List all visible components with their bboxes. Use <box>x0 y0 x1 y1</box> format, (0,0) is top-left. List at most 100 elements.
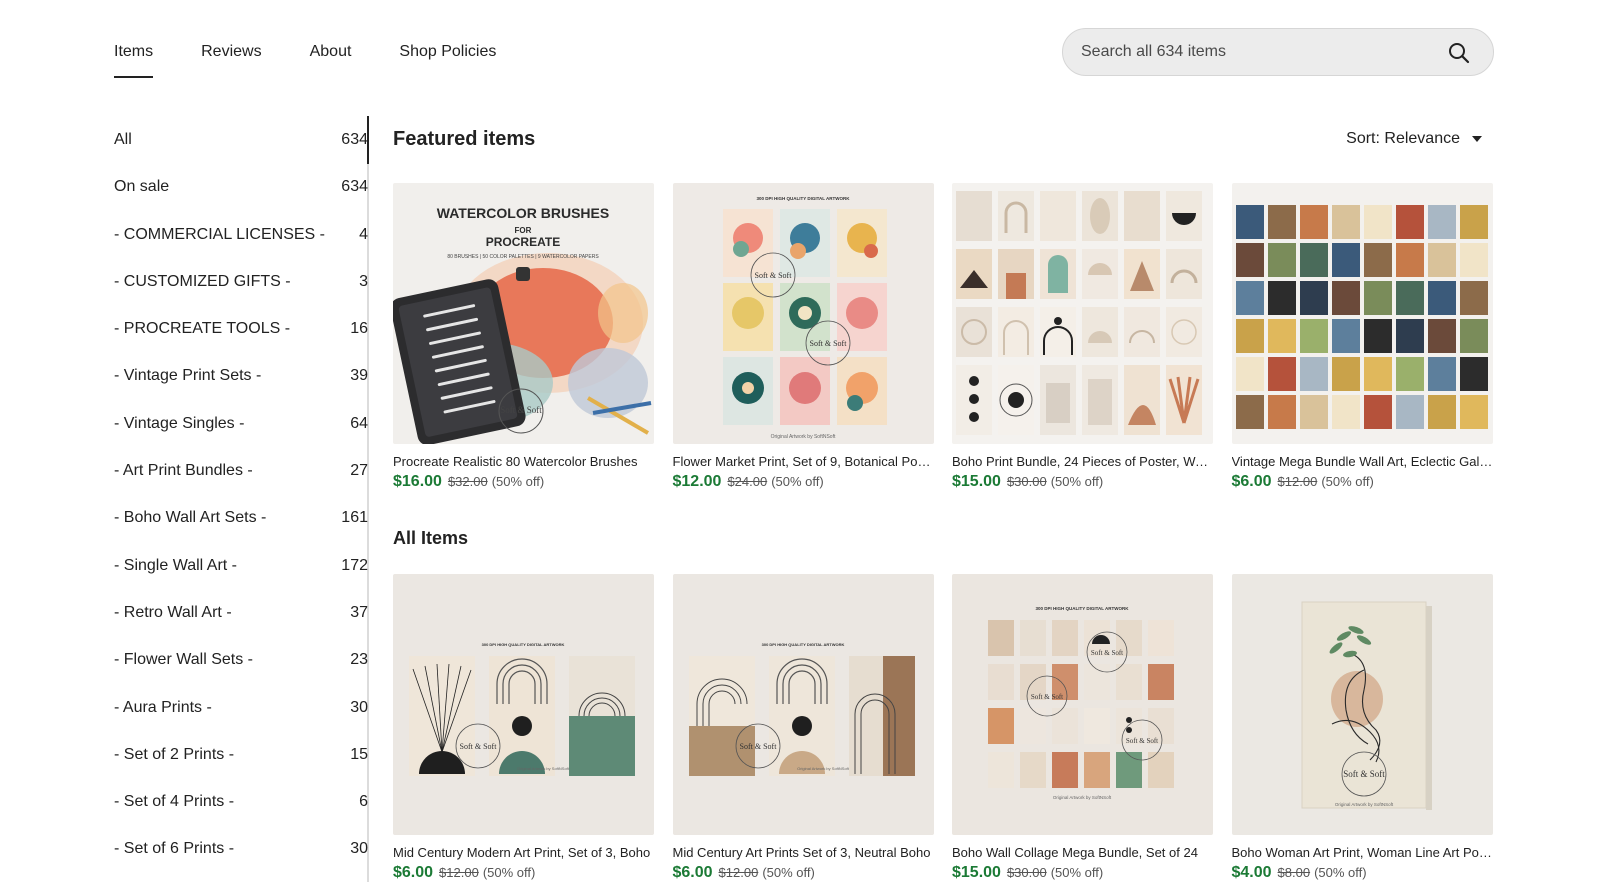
listing-title[interactable]: Flower Market Print, Set of 9, Botanical… <box>673 454 934 470</box>
listing-image[interactable]: 300 DPI HIGH QUALITY DIGITAL ARTWORK Sof… <box>672 574 934 835</box>
listing-card[interactable]: 300 DPI HIGH QUALITY DIGITAL ARTWORK Sof… <box>393 574 654 882</box>
mosaic-tile <box>1427 281 1456 315</box>
sidebar-item-label: All <box>114 131 132 148</box>
sale-price: $6.00 <box>672 864 713 881</box>
price-row: $6.00 $12.00 (50% off) <box>673 864 934 882</box>
listing-card[interactable]: Vintage Mega Bundle Wall Art, Eclectic G… <box>1231 183 1493 493</box>
listing-card[interactable]: 300 DPI HIGH QUALITY DIGITAL ARTWORK Sof… <box>672 183 934 493</box>
mosaic-tile <box>1363 395 1392 429</box>
listing-card[interactable]: Soft & Soft Original Artwork by SoftNSof… <box>1231 574 1493 882</box>
sidebar-item-retro-wall-art[interactable]: - Retro Wall Art - 37 <box>114 589 368 636</box>
thumb-footer-text: Original Artwork by SoftNSoft <box>797 766 850 771</box>
mosaic-tile <box>1299 205 1328 239</box>
mosaic-tile <box>1459 281 1488 315</box>
tab-about[interactable]: About <box>310 42 352 78</box>
listing-title[interactable]: Mid Century Art Prints Set of 3, Neutral… <box>673 845 934 861</box>
featured-items-heading: Featured items <box>393 128 536 150</box>
sidebar-item-label: - Flower Wall Sets - <box>114 651 253 669</box>
mosaic-tile <box>1427 205 1456 239</box>
sidebar-item-art-print-bundles[interactable]: - Art Print Bundles - 27 <box>114 447 368 494</box>
sidebar-item-label: - Set of 4 Prints - <box>114 793 235 811</box>
sidebar-item-vintage-singles[interactable]: - Vintage Singles - 64 <box>114 400 368 447</box>
mosaic-tile <box>1299 281 1328 315</box>
listing-image[interactable]: 300 DPI HIGH QUALITY DIGITAL ARTWORK Sof… <box>672 183 934 444</box>
listing-card[interactable]: WATERCOLOR BRUSHES FOR PROCREATE 80 BRUS… <box>393 183 654 493</box>
thumb-header-text: 300 DPI HIGH QUALITY DIGITAL ARTWORK <box>1035 606 1129 611</box>
discount-label: (50% off) <box>491 474 545 489</box>
mosaic-tile <box>1235 395 1264 429</box>
sidebar-item-all[interactable]: All 634 <box>114 116 368 163</box>
listing-title[interactable]: Vintage Mega Bundle Wall Art, Eclectic G… <box>1232 454 1493 470</box>
sidebar-item-single-wall-art[interactable]: - Single Wall Art - 172 <box>114 542 368 589</box>
sidebar-item-set-of-2-prints[interactable]: - Set of 2 Prints - 15 <box>114 731 368 778</box>
listing-image[interactable]: Soft & Soft Original Artwork by SoftNSof… <box>1231 574 1493 835</box>
price-row: $12.00 $24.00 (50% off) <box>673 473 934 493</box>
listing-card[interactable]: 300 DPI HIGH QUALITY DIGITAL ARTWORK Sof… <box>672 574 934 882</box>
mosaic-tile <box>1363 357 1392 391</box>
thumb-header-text: 300 DPI HIGH QUALITY DIGITAL ARTWORK <box>756 196 850 201</box>
search-icon[interactable] <box>1447 41 1471 65</box>
sidebar-item-commercial-licenses[interactable]: - COMMERCIAL LICENSES - 4 <box>114 211 368 258</box>
discount-label: (50% off) <box>1050 474 1104 489</box>
sidebar-item-aura-prints[interactable]: - Aura Prints - 30 <box>114 684 368 731</box>
all-items-grid: 300 DPI HIGH QUALITY DIGITAL ARTWORK Sof… <box>393 574 1493 882</box>
mosaic-tile <box>1235 205 1264 239</box>
thumb-header-text: 300 DPI HIGH QUALITY DIGITAL ARTWORK <box>482 642 565 647</box>
sidebar-item-label: - Boho Wall Art Sets - <box>114 509 267 527</box>
sidebar-item-boho-wall-art-sets[interactable]: - Boho Wall Art Sets - 161 <box>114 494 368 541</box>
thumb-footer-text: Original Artwork by SoftNSoft <box>770 434 835 440</box>
mosaic-tile <box>1363 205 1392 239</box>
watermark-text: Soft & Soft <box>500 405 542 415</box>
listing-title[interactable]: Procreate Realistic 80 Watercolor Brushe… <box>393 454 654 470</box>
tab-reviews[interactable]: Reviews <box>201 42 261 78</box>
tab-items[interactable]: Items <box>114 42 154 78</box>
sidebar-item-count: 634 <box>341 131 368 148</box>
sidebar-item-flower-wall-sets[interactable]: - Flower Wall Sets - 23 <box>114 636 368 683</box>
mosaic-tile <box>1459 319 1488 353</box>
mosaic-tile <box>1235 243 1264 277</box>
sidebar-item-set-of-4-prints[interactable]: - Set of 4 Prints - 6 <box>114 778 368 825</box>
mosaic-tile <box>1331 319 1360 353</box>
watermark-text: Soft & Soft <box>460 742 498 751</box>
sidebar-item-label: - PROCREATE TOOLS - <box>114 320 291 338</box>
sale-price: $4.00 <box>1231 864 1272 881</box>
mosaic-tile <box>1395 357 1424 391</box>
sidebar-item-count: 30 <box>350 698 368 716</box>
tab-shop-policies[interactable]: Shop Policies <box>399 42 496 78</box>
sidebar-item-count: 30 <box>350 840 368 858</box>
listing-image[interactable]: WATERCOLOR BRUSHES FOR PROCREATE 80 BRUS… <box>393 183 654 444</box>
sidebar-item-count: 161 <box>341 509 368 527</box>
sidebar-item-procreate-tools[interactable]: - PROCREATE TOOLS - 16 <box>114 305 368 352</box>
sale-price: $6.00 <box>1231 473 1272 490</box>
thumb-footer-text: Original Artwork by SoftNSoft <box>517 766 570 771</box>
listing-title[interactable]: Boho Print Bundle, 24 Pieces of Poster, … <box>952 454 1213 470</box>
thumb-title-text: PROCREATE <box>486 235 560 249</box>
thumb-caption-text: 80 BRUSHES | 50 COLOR PALETTES | 9 WATER… <box>447 254 599 260</box>
price-row: $6.00 $12.00 (50% off) <box>393 864 654 882</box>
sidebar-item-vintage-print-sets[interactable]: - Vintage Print Sets - 39 <box>114 352 368 399</box>
sidebar-item-customized-gifts[interactable]: - CUSTOMIZED GIFTS - 3 <box>114 258 368 305</box>
sort-dropdown[interactable]: Sort: Relevance <box>1346 130 1482 148</box>
mosaic-tile <box>1235 281 1264 315</box>
mosaic-tile <box>1299 243 1328 277</box>
listing-title[interactable]: Boho Wall Collage Mega Bundle, Set of 24 <box>952 845 1213 861</box>
listing-card[interactable]: 300 DPI HIGH QUALITY DIGITAL ARTWORK Sof… <box>952 574 1213 882</box>
listing-image[interactable]: 300 DPI HIGH QUALITY DIGITAL ARTWORK Sof… <box>393 574 654 835</box>
sort-label: Sort: Relevance <box>1346 130 1460 147</box>
listing-image[interactable] <box>1231 183 1493 444</box>
thumb-title-text: WATERCOLOR BRUSHES <box>437 205 609 221</box>
caret-down-icon <box>1472 136 1482 142</box>
listing-card[interactable]: Boho Print Bundle, 24 Pieces of Poster, … <box>952 183 1213 493</box>
mosaic-tile <box>1459 205 1488 239</box>
sidebar-item-set-of-6-prints[interactable]: - Set of 6 Prints - 30 <box>114 825 368 872</box>
mosaic-tile <box>1395 205 1424 239</box>
listing-image[interactable] <box>952 183 1213 444</box>
search-input[interactable] <box>1081 32 1441 72</box>
thumb-footer-text: Original Artwork by SoftNSoft <box>1334 802 1393 807</box>
listing-image[interactable]: 300 DPI HIGH QUALITY DIGITAL ARTWORK Sof… <box>952 574 1213 835</box>
sale-price: $6.00 <box>393 864 434 881</box>
listing-title[interactable]: Mid Century Modern Art Print, Set of 3, … <box>393 845 654 861</box>
sidebar-item-on-sale[interactable]: On sale 634 <box>114 163 368 210</box>
listing-title[interactable]: Boho Woman Art Print, Woman Line Art Pos… <box>1232 845 1493 861</box>
original-price: $12.00 <box>718 865 759 880</box>
